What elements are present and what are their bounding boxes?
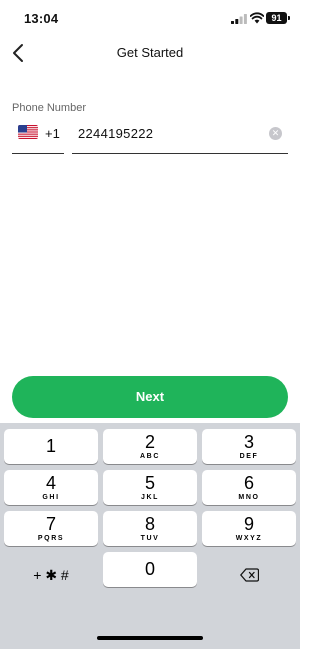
home-indicator — [97, 636, 203, 640]
key-6[interactable]: 6 MNO — [202, 470, 296, 505]
key-7[interactable]: 7 PQRS — [4, 511, 98, 546]
key-symbols[interactable]: + ✱ # — [4, 558, 98, 593]
backspace-icon — [240, 568, 259, 582]
key-5[interactable]: 5 JKL — [103, 470, 197, 505]
nav-header: Get Started — [0, 34, 300, 74]
cellular-signal-icon — [231, 14, 247, 24]
key-8[interactable]: 8 TUV — [103, 511, 197, 546]
wifi-icon — [250, 12, 264, 24]
numeric-keypad: 1 2 ABC 3 DEF 4 GHI 5 JKL 6 MNO 7 PQRS 8… — [0, 423, 300, 649]
key-4[interactable]: 4 GHI — [4, 470, 98, 505]
key-1[interactable]: 1 — [4, 429, 98, 464]
key-0[interactable]: 0 — [103, 552, 197, 587]
page-title: Get Started — [116, 45, 184, 60]
phone-number-value: 2244195222 — [78, 126, 154, 141]
key-9[interactable]: 9 WXYZ — [202, 511, 296, 546]
phone-number-input[interactable]: 2244195222 ✕ — [72, 118, 288, 154]
key-3[interactable]: 3 DEF — [202, 429, 296, 464]
status-bar: 13:04 91 — [0, 0, 300, 34]
battery-indicator: 91 — [266, 12, 290, 24]
phone-number-label: Phone Number — [12, 102, 86, 114]
clear-circle-icon[interactable]: ✕ — [269, 127, 282, 140]
country-code-picker[interactable]: +1 — [12, 118, 64, 154]
next-button[interactable]: Next — [12, 376, 288, 418]
us-flag-icon — [18, 125, 38, 139]
delete-key[interactable] — [202, 558, 296, 593]
country-code: +1 — [45, 126, 60, 141]
status-time: 13:04 — [24, 11, 59, 26]
key-2[interactable]: 2 ABC — [103, 429, 197, 464]
